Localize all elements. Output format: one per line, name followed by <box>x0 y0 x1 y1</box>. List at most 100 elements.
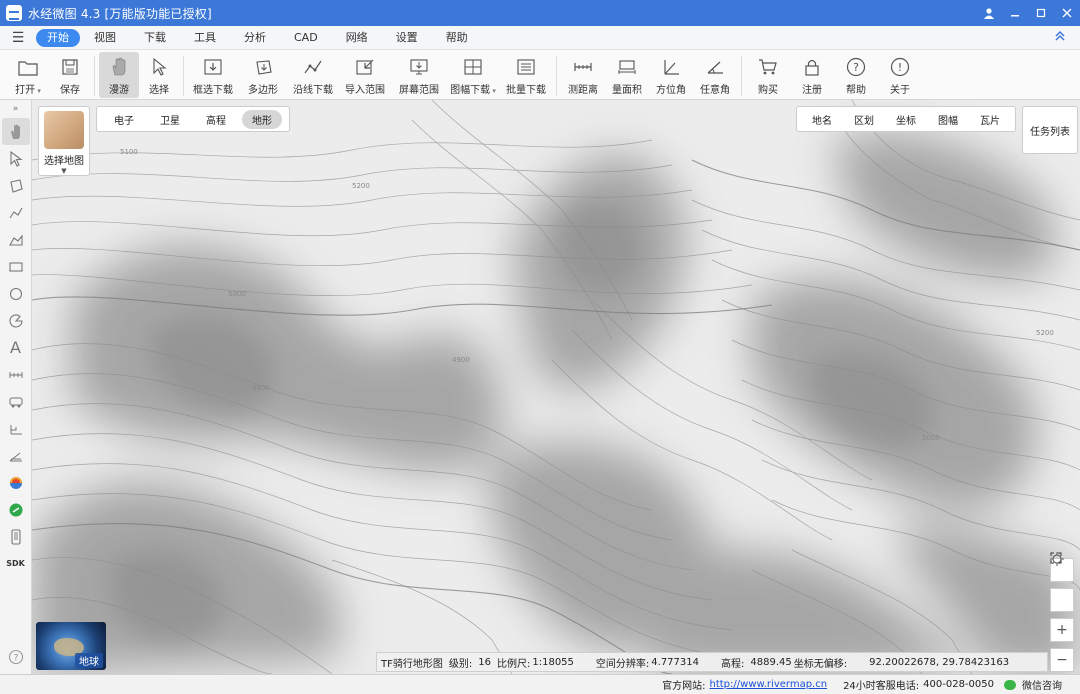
scale-label: 比例尺: <box>496 658 531 670</box>
help-button[interactable]: ? 帮助 <box>834 52 878 98</box>
menu-start[interactable]: 开始 <box>36 28 80 47</box>
collapse-ribbon-icon[interactable] <box>1054 30 1066 45</box>
menu-view[interactable]: 视图 <box>80 29 130 47</box>
task-list-button[interactable]: 任务列表 <box>1022 106 1078 154</box>
phone-icon[interactable] <box>2 523 30 550</box>
map-type-elevation[interactable]: 高程 <box>196 110 236 129</box>
map-type-terrain[interactable]: 地形 <box>242 109 282 129</box>
maximize-icon[interactable] <box>1028 0 1054 26</box>
screen-range-button[interactable]: 屏幕范围 <box>392 52 446 98</box>
wechat-consult[interactable]: 微信咨询 <box>1022 677 1062 692</box>
any-angle-button[interactable]: 任意角 <box>693 52 737 98</box>
expand-icon[interactable]: » <box>2 100 30 118</box>
terrain-map[interactable]: 5100 5200 5000 4900 4800 5200 5000 <box>32 100 1080 674</box>
measure-distance-button[interactable]: 测距离 <box>561 52 605 98</box>
overlay-tiles[interactable]: 瓦片 <box>969 112 1011 127</box>
minimize-icon[interactable] <box>1002 0 1028 26</box>
rainbow-icon[interactable] <box>2 469 30 496</box>
close-icon[interactable] <box>1054 0 1080 26</box>
toolbar-separator <box>183 56 184 96</box>
hamburger-menu-icon[interactable]: ☰ <box>0 30 36 46</box>
hotline-label: 24小时客服电话: <box>843 681 920 692</box>
toolbar-separator <box>94 56 95 96</box>
menu-analysis[interactable]: 分析 <box>230 29 280 47</box>
map-status-bar: TF骑行地形图 级别: 16 比例尺: 1:18055 空间分辨率: 4.777… <box>376 652 1048 672</box>
menu-settings[interactable]: 设置 <box>382 29 432 47</box>
hotline-value: 400-028-0050 <box>923 679 994 690</box>
cart-icon <box>757 56 779 78</box>
about-label: 关于 <box>890 85 910 96</box>
map-controls: + − <box>1050 552 1074 672</box>
menu-cad[interactable]: CAD <box>280 29 332 47</box>
angle-icon <box>704 56 726 78</box>
rectangle-icon[interactable] <box>2 253 30 280</box>
app-logo-icon <box>6 5 22 21</box>
elevation-label: 高程: <box>721 658 745 670</box>
box-download-button[interactable]: 框选下载 <box>188 52 238 98</box>
measure-area-button[interactable]: 量面积 <box>605 52 649 98</box>
map-type-satellite[interactable]: 卫星 <box>150 110 190 129</box>
ruler-icon[interactable] <box>2 361 30 388</box>
text-icon[interactable]: A <box>2 334 30 361</box>
grid-icon <box>462 56 484 78</box>
site-link[interactable]: http://www.rivermap.cn <box>710 679 828 690</box>
circle-icon[interactable] <box>2 280 30 307</box>
open-button[interactable]: 打开 ▾ <box>6 52 50 98</box>
hand-icon <box>108 56 130 78</box>
vehicle-icon[interactable] <box>2 388 30 415</box>
save-icon <box>59 56 81 78</box>
measure-area-label: 量面积 <box>612 85 642 96</box>
locate-icon[interactable] <box>1050 552 1074 612</box>
ribbon-toolbar: 打开 ▾ 保存 漫游 选择 框选下载 多边形 沿线下载 导入范围 屏幕范围 图幅… <box>0 50 1080 100</box>
help-icon: ? <box>845 56 867 78</box>
overlay-bar: 地名 区划 坐标 图幅 瓦片 <box>796 106 1016 132</box>
save-button[interactable]: 保存 <box>50 52 90 98</box>
help-icon[interactable]: ? <box>2 643 30 670</box>
about-button[interactable]: ! 关于 <box>878 52 922 98</box>
sdk-label[interactable]: SDK <box>2 550 30 577</box>
elevation-icon[interactable] <box>2 415 30 442</box>
map-type-electronic[interactable]: 电子 <box>104 110 144 129</box>
batch-icon <box>515 56 537 78</box>
menu-tools[interactable]: 工具 <box>180 29 230 47</box>
overlay-place-names[interactable]: 地名 <box>801 112 843 127</box>
zoom-in-icon[interactable]: + <box>1050 618 1074 642</box>
link-icon[interactable] <box>2 496 30 523</box>
polyline-icon[interactable] <box>2 199 30 226</box>
map-canvas[interactable]: 5100 5200 5000 4900 4800 5200 5000 选择地图 … <box>32 100 1080 674</box>
import-range-button[interactable]: 导入范围 <box>338 52 392 98</box>
sheet-download-button[interactable]: 图幅下载 ▾ <box>446 52 500 98</box>
overlay-sheets[interactable]: 图幅 <box>927 112 969 127</box>
globe-button[interactable]: 地球 <box>36 622 106 670</box>
slope-icon[interactable] <box>2 442 30 469</box>
overlay-divisions[interactable]: 区划 <box>843 112 885 127</box>
cursor-icon[interactable] <box>2 145 30 172</box>
map-type-bar: 电子 卫星 高程 地形 <box>96 106 290 132</box>
menu-download[interactable]: 下载 <box>130 29 180 47</box>
azimuth-button[interactable]: 方位角 <box>649 52 693 98</box>
import-icon <box>354 56 376 78</box>
menu-help[interactable]: 帮助 <box>432 29 482 47</box>
map-selector[interactable]: 选择地图 ▼ <box>38 106 90 176</box>
register-button[interactable]: 注册 <box>790 52 834 98</box>
batch-download-label: 批量下载 <box>506 85 546 96</box>
area-icon[interactable] <box>2 226 30 253</box>
polygon-button[interactable]: 多边形 <box>238 52 288 98</box>
buy-button[interactable]: 购买 <box>746 52 790 98</box>
polyline-download-button[interactable]: 沿线下载 <box>288 52 338 98</box>
zoom-out-icon[interactable]: − <box>1050 648 1074 672</box>
screen-range-label: 屏幕范围 <box>399 85 439 96</box>
user-icon[interactable] <box>976 0 1002 26</box>
pan-button[interactable]: 漫游 <box>99 52 139 98</box>
overlay-coordinates[interactable]: 坐标 <box>885 112 927 127</box>
menu-network[interactable]: 网络 <box>332 29 382 47</box>
sector-icon[interactable] <box>2 307 30 334</box>
batch-download-button[interactable]: 批量下载 <box>500 52 552 98</box>
hand-icon[interactable] <box>1 118 30 145</box>
map-source: TF骑行地形图 <box>381 658 443 670</box>
polygon-icon[interactable] <box>2 172 30 199</box>
buy-label: 购买 <box>758 85 778 96</box>
select-button[interactable]: 选择 <box>139 52 179 98</box>
coord-label: 坐标无偏移: <box>793 658 848 670</box>
resolution-label: 空间分辨率: <box>595 658 650 670</box>
